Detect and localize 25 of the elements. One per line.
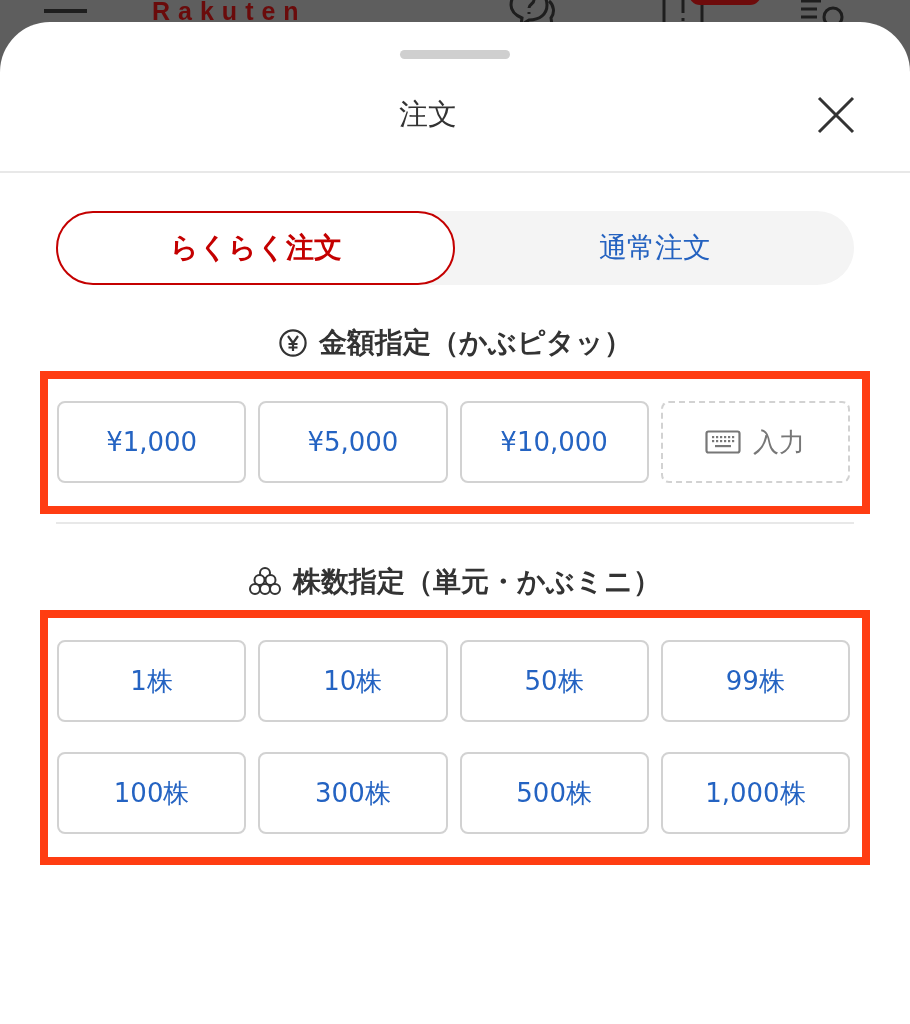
logo: Rakuten — [152, 0, 307, 22]
order-tab[interactable]: らくらく注文 — [56, 211, 455, 285]
quick-order-button[interactable]: ¥5,000 — [258, 401, 448, 483]
sheet-title: 注文 — [399, 96, 457, 133]
close-icon — [817, 96, 855, 134]
close-button[interactable] — [816, 95, 856, 135]
quick-order-button[interactable]: 300株 — [258, 752, 448, 834]
quick-order-button[interactable]: 50株 — [459, 640, 649, 722]
drag-handle[interactable] — [400, 50, 510, 59]
quick-order-button[interactable]: 500株 — [459, 752, 649, 834]
quick-order-button[interactable]: 1株 — [57, 640, 247, 722]
section-heading: 株数指定（単元・かぶミニ） — [293, 564, 661, 600]
quick-order-button[interactable]: 1,000株 — [660, 752, 850, 834]
quick-order-button[interactable]: ¥1,000 — [57, 401, 247, 483]
order-tab[interactable]: 通常注文 — [455, 211, 854, 285]
quick-order-button[interactable]: 10株 — [258, 640, 448, 722]
coin-pile-icon — [249, 567, 281, 597]
custom-input-button[interactable]: 入力 — [660, 401, 850, 483]
button-label: 入力 — [753, 425, 806, 459]
quick-order-button[interactable]: 100株 — [57, 752, 247, 834]
yen-circle-icon — [278, 329, 307, 357]
quick-order-button[interactable]: ¥10,000 — [459, 401, 649, 483]
quick-order-button[interactable]: 99株 — [660, 640, 850, 722]
section-heading: 金額指定（かぶピタッ） — [318, 325, 632, 361]
keyboard-icon — [705, 430, 742, 454]
